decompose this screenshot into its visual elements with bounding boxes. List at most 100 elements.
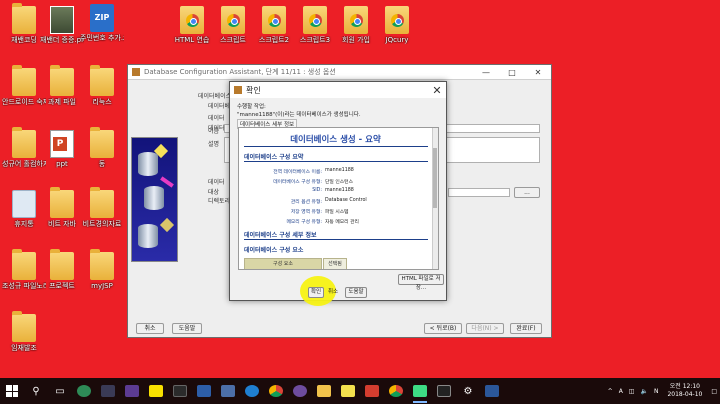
- finish-button[interactable]: 완료(F): [510, 323, 542, 334]
- desktop-icon-zip[interactable]: ZIP주민번호 추가.zip: [80, 2, 124, 52]
- table-header: 선택됨: [323, 258, 347, 269]
- maximize-icon[interactable]: □: [499, 68, 525, 77]
- android-studio-icon[interactable]: [408, 378, 432, 404]
- notification-icon[interactable]: □: [711, 388, 717, 395]
- desktop-icon-shortcut[interactable]: 스크립트3: [293, 4, 337, 54]
- next-button[interactable]: 다음(N) >: [466, 323, 504, 334]
- app-icon-2[interactable]: [96, 378, 120, 404]
- chrome-icon: [262, 6, 286, 34]
- language-indicator[interactable]: N: [654, 388, 659, 395]
- report-scrollbar[interactable]: [432, 128, 438, 269]
- report-title: 데이터베이스 생성 - 요약: [290, 135, 381, 145]
- volume-icon[interactable]: 🔈: [640, 388, 647, 395]
- field-value: manne1188: [325, 168, 354, 173]
- field-key: 저장 영역 유형:: [290, 210, 322, 215]
- field-value: Database Control: [325, 198, 367, 203]
- app-icon-4[interactable]: [192, 378, 216, 404]
- settings-icon[interactable]: ⚙: [456, 378, 480, 404]
- network-icon[interactable]: ◫: [629, 388, 635, 395]
- app-icon-3[interactable]: [168, 378, 192, 404]
- file-explorer-icon[interactable]: [312, 378, 336, 404]
- desktop-icon-shortcut[interactable]: JQcury: [375, 4, 419, 54]
- photo-icon: [50, 6, 74, 34]
- kakaotalk-icon[interactable]: [144, 378, 168, 404]
- desktop-icon-folder[interactable]: 임재발조: [2, 311, 46, 362]
- edge-icon[interactable]: [240, 378, 264, 404]
- desktop-icon-folder[interactable]: 과제 파일: [40, 65, 84, 116]
- folder-icon: [90, 127, 114, 158]
- database-disk-icon: [144, 186, 164, 210]
- recycle-bin-icon: [12, 190, 36, 218]
- desktop: 재밴코딩 재밴더 증증.png ZIP주민번호 추가.zip HTML 연습 스…: [0, 0, 720, 378]
- desktop-icon-shortcut[interactable]: 스크립트: [211, 4, 255, 54]
- desktop-icon-shortcut[interactable]: HTML 연습: [170, 4, 214, 54]
- task-view-icon[interactable]: ▭: [48, 378, 72, 404]
- window-title: Database Configuration Assistant, 단계 11/…: [144, 68, 336, 76]
- field-value: 자동 메모리 관리: [325, 220, 359, 225]
- app-icon-1[interactable]: [72, 378, 96, 404]
- desktop-icon-shortcut[interactable]: 스크립트2: [252, 4, 296, 54]
- template-checkbox-label[interactable]: 데이터: [208, 113, 225, 122]
- field-key: SID:: [312, 188, 322, 193]
- desktop-icon-pptx[interactable]: ppt: [40, 128, 84, 178]
- vs2017-icon[interactable]: [120, 378, 144, 404]
- powerpoint-icon: [50, 130, 74, 158]
- close-icon[interactable]: ✕: [428, 84, 446, 97]
- description-label: 설명: [208, 141, 220, 148]
- tray-expand-icon[interactable]: ^: [608, 388, 613, 395]
- create-db-checkbox-label[interactable]: 데이터베: [208, 101, 230, 110]
- script-checkbox-label[interactable]: 데이터: [208, 177, 225, 186]
- dialog-cancel-button[interactable]: 취소: [326, 287, 340, 298]
- arrow-icon: [160, 176, 174, 188]
- config-details-heading: 데이터베이스 구성 세부 정보: [244, 232, 317, 239]
- chrome-icon[interactable]: [264, 378, 288, 404]
- dialog-titlebar[interactable]: 확인 ✕: [230, 82, 446, 98]
- desktop-icon-folder[interactable]: 프로젝트: [40, 249, 84, 300]
- chrome-icon[interactable]: [384, 378, 408, 404]
- desktop-icon-folder[interactable]: myJSP: [80, 249, 124, 300]
- desktop-icon-folder[interactable]: 동: [80, 127, 124, 178]
- field-key: 전역 데이터베이스 이름:: [273, 170, 322, 175]
- desktop-icon-folder[interactable]: 비트경의자료: [80, 187, 124, 238]
- ime-indicator[interactable]: A: [619, 388, 623, 395]
- browse-button[interactable]: ...: [514, 187, 540, 198]
- desktop-icon-shortcut[interactable]: 회원 가입: [334, 4, 378, 54]
- taskbar: ⚲ ▭ ⚙ ^ A ◫ 🔈 N 오전 12:10 2018-04-10 □: [0, 378, 720, 404]
- dialog-help-button[interactable]: 도움말: [345, 287, 367, 298]
- database-disk-icon: [138, 152, 158, 176]
- database-disk-icon: [138, 224, 158, 248]
- folder-icon: [90, 65, 114, 96]
- scroll-thumb[interactable]: [433, 148, 437, 208]
- terminal-icon[interactable]: [432, 378, 456, 404]
- minimize-icon[interactable]: —: [473, 68, 499, 77]
- folder-icon: [50, 65, 74, 96]
- folder-icon: [90, 249, 114, 280]
- task-label: 수행할 작업:: [237, 104, 266, 110]
- desktop-icon-folder[interactable]: 리눅스: [80, 65, 124, 116]
- cancel-button[interactable]: 취소: [136, 323, 164, 334]
- desktop-icon-folder[interactable]: 비트 자바: [40, 187, 84, 238]
- help-button[interactable]: 도움말: [172, 323, 202, 334]
- back-button[interactable]: < 뒤로(B): [424, 323, 462, 334]
- close-icon[interactable]: ✕: [525, 68, 551, 77]
- chrome-icon: [221, 6, 245, 34]
- folder-icon: [12, 311, 36, 342]
- chrome-icon: [180, 6, 204, 34]
- field-key: 데이터베이스 구성 유형:: [273, 180, 322, 185]
- field-value: 파일 시스템: [325, 210, 349, 215]
- sticky-notes-icon[interactable]: [336, 378, 360, 404]
- desktop-icon-photo[interactable]: 재밴더 증증.png: [40, 4, 84, 54]
- app-icon-6[interactable]: [480, 378, 504, 404]
- dbca-titlebar[interactable]: Database Configuration Assistant, 단계 11/…: [128, 65, 551, 80]
- github-icon[interactable]: [288, 378, 312, 404]
- directory-field[interactable]: [448, 188, 510, 197]
- java-icon[interactable]: [360, 378, 384, 404]
- ok-button[interactable]: 확인: [308, 287, 324, 298]
- app-icon-5[interactable]: [216, 378, 240, 404]
- divider: [244, 161, 428, 162]
- save-html-button[interactable]: HTML 파일로 저장...: [398, 274, 444, 291]
- system-tray: ^ A ◫ 🔈 N 오전 12:10 2018-04-10 □: [605, 383, 720, 399]
- windows-start-button[interactable]: [0, 378, 24, 404]
- clock[interactable]: 오전 12:10 2018-04-10: [667, 383, 702, 399]
- search-icon[interactable]: ⚲: [24, 378, 48, 404]
